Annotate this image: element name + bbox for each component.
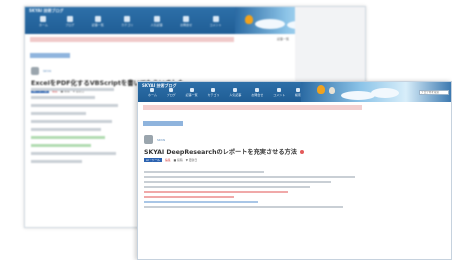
back-menu-item-0[interactable]: ホーム [39, 16, 48, 27]
pencil-icon [94, 16, 101, 22]
star-icon [153, 16, 160, 22]
highlight-line [144, 191, 289, 193]
text-line [31, 96, 96, 99]
highlight-line [144, 196, 235, 198]
link-line[interactable] [144, 201, 259, 203]
screenshot-collage: SKYAI 技術ブログ ホーム ブログ 記事一覧 カテゴリ 人気記事 お問合せ … [0, 0, 452, 260]
back-menu: ホーム ブログ 記事一覧 カテゴリ 人気記事 お問合せ コメント 検索 [39, 16, 245, 27]
back-menu-item-4[interactable]: 人気記事 [151, 16, 163, 27]
text-line [31, 112, 87, 115]
back-menu-item-2[interactable]: 記事一覧 [92, 16, 104, 27]
front-body-text [138, 164, 451, 215]
back-side-note[interactable]: 記事一覧 [277, 37, 289, 41]
front-menu: ホーム ブログ 記事一覧 カテゴリ 人気記事 お問合せ コメント 検索 [148, 88, 301, 97]
front-menu-item-0[interactable]: ホーム [148, 88, 157, 97]
front-blog-window: SKYAI 技術ブログ ホーム ブログ 記事一覧 カテゴリ 人気記事 お問合せ … [137, 81, 452, 260]
tag-icon [211, 88, 216, 92]
text-line [31, 160, 82, 163]
tag-icon [124, 16, 131, 22]
front-menu-item-2[interactable]: 記事一覧 [186, 88, 198, 97]
avatar [144, 135, 153, 144]
text-line [144, 171, 265, 173]
mascot-icon [245, 15, 253, 24]
chat-icon [277, 88, 282, 92]
front-author-name[interactable]: SKYAI [157, 138, 165, 142]
front-meta-edit[interactable]: 編集 [165, 158, 171, 162]
front-menu-item-4[interactable]: 人気記事 [229, 88, 241, 97]
chat-icon [212, 16, 219, 22]
back-menu-item-3[interactable]: カテゴリ [121, 16, 133, 27]
text-line [31, 144, 91, 147]
back-menu-item-1[interactable]: ブログ [65, 16, 74, 27]
back-section-pill [30, 53, 70, 58]
list-icon [169, 88, 174, 92]
list-icon [66, 16, 73, 22]
front-meta-posted: ■ 投稿 [173, 158, 183, 162]
back-menu-item-5[interactable]: お問合せ [180, 16, 192, 27]
back-menu-item-6[interactable]: コメント [210, 16, 222, 27]
mascot-icon [317, 85, 325, 94]
text-line [144, 181, 331, 183]
pin-icon [299, 150, 304, 154]
star-icon [233, 88, 238, 92]
back-breadcrumb[interactable] [30, 37, 234, 42]
back-author-name[interactable]: SKYAI [43, 69, 51, 73]
home-icon [150, 88, 155, 92]
front-search-input[interactable]: ブログ内を検索 [419, 90, 449, 95]
cloud-shape [371, 88, 399, 98]
text-line [31, 136, 105, 139]
front-section-pill [143, 121, 183, 126]
text-line [144, 176, 355, 178]
text-line [144, 206, 343, 208]
front-post-title: SKYAI DeepResearchのレポートを充実させる方法 [144, 147, 445, 156]
text-line [31, 104, 119, 107]
back-body-text [31, 83, 123, 168]
text-line [31, 152, 116, 155]
mail-icon [183, 16, 190, 22]
front-menu-item-3[interactable]: カテゴリ [207, 88, 220, 97]
front-navbar: SKYAI 技術ブログ ホーム ブログ 記事一覧 カテゴリ 人気記事 お問合せ … [138, 82, 451, 102]
avatar [31, 67, 39, 75]
pencil-icon [189, 88, 194, 92]
front-menu-item-5[interactable]: お問合せ [251, 88, 263, 97]
front-breadcrumb[interactable] [143, 105, 363, 110]
cloud-shape [341, 91, 375, 100]
home-icon [40, 16, 47, 22]
text-line [31, 88, 114, 91]
figure-icon [329, 87, 335, 94]
text-line [31, 128, 101, 131]
front-post-meta: AI・ツール 編集 ■ 投稿 ▼ 更新日 [144, 158, 445, 162]
front-category-badge[interactable]: AI・ツール [144, 158, 162, 162]
mail-icon [255, 88, 260, 92]
front-menu-item-6[interactable]: コメント [273, 88, 285, 97]
search-icon [295, 88, 300, 92]
cloud-shape [255, 19, 285, 29]
text-line [31, 120, 112, 123]
front-menu-item-1[interactable]: ブログ [167, 88, 176, 97]
front-author-row: SKYAI [144, 135, 445, 144]
front-post-title-text: SKYAI DeepResearchのレポートを充実させる方法 [144, 149, 297, 156]
back-brand[interactable]: SKYAI 技術ブログ [29, 8, 63, 14]
text-line [144, 186, 310, 188]
front-meta-updated: ▼ 更新日 [185, 158, 198, 162]
